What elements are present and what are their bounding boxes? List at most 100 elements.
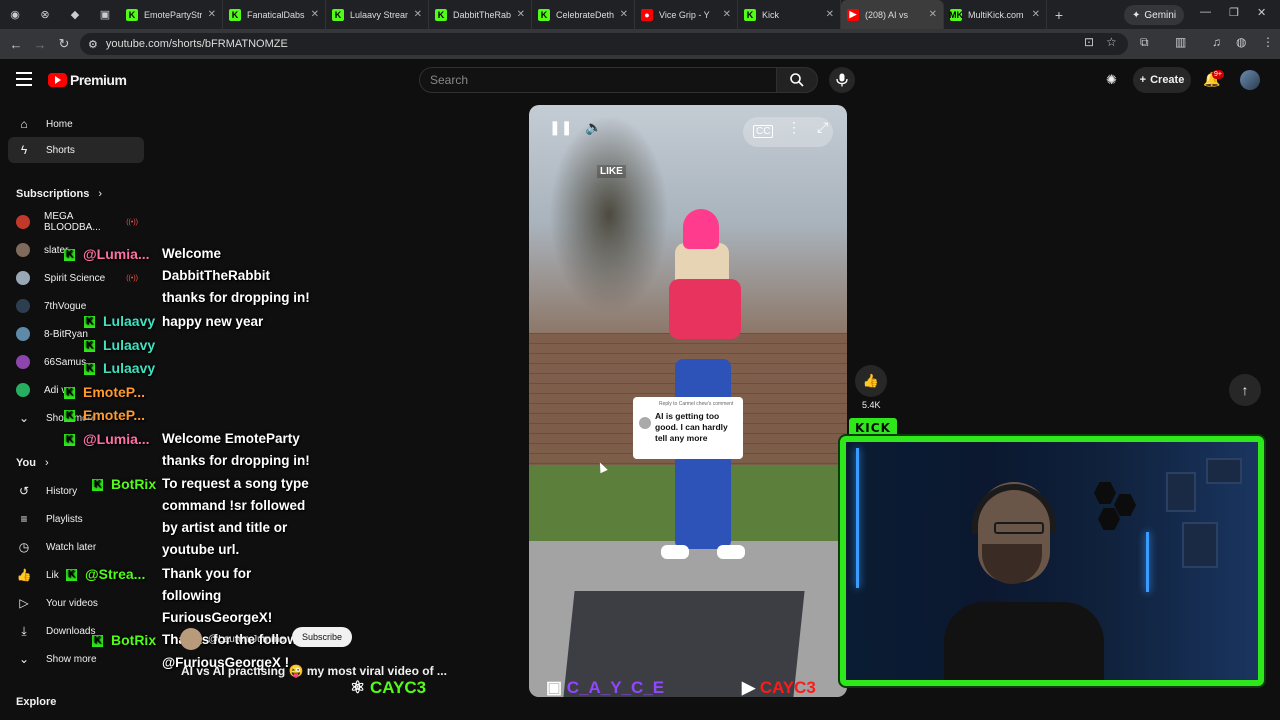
back-button[interactable]: ← bbox=[4, 37, 28, 52]
browser-tab[interactable]: K EmotePartyStr ✕ bbox=[120, 0, 223, 29]
video-tree bbox=[549, 115, 669, 315]
site-info-icon[interactable]: ⚙ bbox=[88, 38, 98, 51]
wall-frame bbox=[1166, 472, 1196, 512]
url-text[interactable]: youtube.com/shorts/bFRMATNOMZE bbox=[106, 38, 288, 50]
youtube-logo[interactable]: Premium bbox=[48, 72, 127, 88]
more-options-icon[interactable]: ⋮ bbox=[787, 119, 801, 136]
search-button[interactable] bbox=[776, 67, 818, 93]
pause-icon[interactable]: ❚❚ bbox=[549, 119, 572, 136]
browser-tab[interactable]: K FanaticalDabsS ✕ bbox=[223, 0, 326, 29]
subscriptions-header[interactable]: Subscriptions › bbox=[16, 188, 102, 200]
media-controls-icon[interactable]: ♫ bbox=[1212, 35, 1221, 49]
like-button[interactable]: 👍 bbox=[855, 365, 887, 397]
sidebar-subscription[interactable]: Spirit Science ((•)) bbox=[8, 265, 144, 291]
sidebar-you-item[interactable]: ⌄ Show more bbox=[8, 646, 144, 672]
tab-close-icon[interactable]: ✕ bbox=[414, 9, 422, 20]
chat-message-line: thanks for dropping in! bbox=[162, 290, 310, 305]
pinned-tab[interactable]: ⊗ bbox=[30, 0, 60, 29]
subscription-name: 8-BitRyan bbox=[44, 328, 88, 340]
minimize-button[interactable]: — bbox=[1200, 6, 1211, 18]
profile-icon[interactable]: ◍ bbox=[1236, 35, 1246, 49]
sidebar-you-item[interactable]: ◷ Watch later bbox=[8, 534, 144, 560]
sidebar-item-shorts[interactable]: ϟ Shorts bbox=[8, 137, 144, 163]
chat-username: K Lulaavy bbox=[84, 360, 155, 376]
brand-youtube-name: CAYC3 bbox=[759, 678, 816, 697]
chat-username-text: Lulaavy bbox=[103, 360, 156, 376]
kick-chat-icon: K bbox=[64, 387, 75, 400]
previous-short-button[interactable]: ↑ bbox=[1229, 374, 1261, 406]
gemini-button[interactable]: ✦ Gemini bbox=[1124, 5, 1185, 25]
volume-icon[interactable]: 🔈 bbox=[585, 119, 602, 136]
short-uploader[interactable]: @Lauren.Jumme bbox=[180, 628, 285, 650]
browser-tab[interactable]: K DabbitTheRabb ✕ bbox=[429, 0, 532, 29]
browser-tab[interactable]: K Kick ✕ bbox=[738, 0, 841, 29]
short-video-player[interactable]: ❚❚ 🔈 CC ⋮ ⤢ LIKE Reply to Carmel chew's … bbox=[529, 105, 847, 697]
new-tab-button[interactable]: + bbox=[1047, 7, 1071, 23]
fullscreen-icon[interactable]: ⤢ bbox=[817, 119, 828, 136]
tab-close-icon[interactable]: ✕ bbox=[620, 9, 628, 20]
url-bar[interactable]: ⚙ youtube.com/shorts/bFRMATNOMZE bbox=[80, 33, 1128, 55]
browser-tab[interactable]: K CelebrateDeth ✕ bbox=[532, 0, 635, 29]
reply-comment-sticker: Reply to Carmel chew's comment AI is get… bbox=[633, 397, 743, 459]
you-header[interactable]: You › bbox=[16, 457, 49, 469]
browser-tab[interactable]: MK MultiKick.com ✕ bbox=[944, 0, 1047, 29]
chat-username-text: EmoteP... bbox=[83, 384, 145, 400]
tab-close-icon[interactable]: ✕ bbox=[929, 9, 937, 20]
maximize-button[interactable]: ❐ bbox=[1229, 6, 1239, 19]
sidebar-item-home[interactable]: ⌂ Home bbox=[8, 111, 144, 137]
extensions-icon[interactable]: ⧉ bbox=[1140, 35, 1149, 50]
browser-tab[interactable]: ● Vice Grip - Y ✕ bbox=[635, 0, 738, 29]
voice-search-button[interactable] bbox=[829, 67, 855, 93]
forward-button[interactable]: → bbox=[28, 37, 52, 52]
search-input[interactable]: Search bbox=[419, 67, 777, 93]
kick-chat-icon: K bbox=[64, 249, 75, 262]
side-panel-icon[interactable]: ▥ bbox=[1175, 35, 1186, 49]
tab-title: CelebrateDeth bbox=[556, 9, 614, 20]
browser-menu-icon[interactable]: ⋮ bbox=[1262, 35, 1274, 49]
sidebar-you-item[interactable]: ▷ Your videos bbox=[8, 590, 144, 616]
account-avatar[interactable] bbox=[1240, 70, 1260, 90]
tab-close-icon[interactable]: ✕ bbox=[1032, 9, 1040, 20]
reload-button[interactable]: ↻ bbox=[52, 36, 76, 52]
tab-favicon-icon: K bbox=[332, 8, 344, 21]
uploader-handle[interactable]: @Lauren.Jumme bbox=[208, 634, 285, 645]
chat-username: K BotRix bbox=[92, 476, 156, 492]
install-icon[interactable]: ⊡ bbox=[1084, 35, 1094, 49]
tab-close-icon[interactable]: ✕ bbox=[723, 9, 731, 20]
brand-twitch: ▣ C_A_Y_C_E bbox=[546, 678, 664, 698]
playlists-icon: ≡ bbox=[20, 512, 28, 526]
sidebar-item-label: Home bbox=[46, 118, 73, 130]
thumbs-up-icon: 👍 bbox=[862, 373, 880, 388]
pinned-tab[interactable]: ◆ bbox=[60, 0, 90, 29]
pinned-tab[interactable]: ◉ bbox=[0, 0, 30, 29]
bookmark-star-icon[interactable]: ☆ bbox=[1106, 35, 1117, 49]
close-window-button[interactable]: ✕ bbox=[1257, 6, 1266, 19]
short-title[interactable]: AI vs AI practising 😜 my most viral vide… bbox=[181, 664, 447, 678]
chat-username: K Lulaavy bbox=[84, 337, 155, 353]
create-button[interactable]: + Create bbox=[1133, 67, 1191, 93]
kick-chat-icon: K bbox=[84, 340, 95, 353]
tab-close-icon[interactable]: ✕ bbox=[826, 9, 834, 20]
studio-icon[interactable]: ✺ bbox=[1106, 72, 1117, 88]
sidebar-subscription[interactable]: MEGA BLOODBA... ((•)) bbox=[8, 209, 144, 235]
browser-tab[interactable]: ▶ (208) AI vs ✕ bbox=[841, 0, 944, 29]
tab-title: Kick bbox=[762, 9, 780, 20]
tab-close-icon[interactable]: ✕ bbox=[311, 9, 319, 20]
subscribe-button[interactable]: Subscribe bbox=[292, 627, 352, 647]
subscription-name: Spirit Science bbox=[44, 272, 106, 284]
tab-close-icon[interactable]: ✕ bbox=[208, 9, 216, 20]
kick-chat-icon: K bbox=[84, 316, 95, 329]
tab-close-icon[interactable]: ✕ bbox=[517, 9, 525, 20]
sidebar-you-item[interactable]: ≡ Playlists bbox=[8, 506, 144, 532]
like-count: 5.4K bbox=[862, 400, 881, 410]
kick-chat-icon: K bbox=[64, 434, 75, 447]
browser-tab[interactable]: K Lulaavy Stream ✕ bbox=[326, 0, 429, 29]
captions-icon[interactable]: CC bbox=[753, 125, 774, 138]
tab-favicon-icon: ● bbox=[641, 8, 653, 21]
menu-icon[interactable] bbox=[16, 72, 32, 86]
kick-logo-tag: KICK bbox=[849, 418, 897, 438]
pinned-tab-icon: ▣ bbox=[99, 9, 111, 21]
live-indicator-icon: ((•)) bbox=[126, 274, 138, 282]
sparkle-icon: ✦ bbox=[1132, 9, 1141, 21]
pinned-tab[interactable]: ▣ bbox=[90, 0, 120, 29]
